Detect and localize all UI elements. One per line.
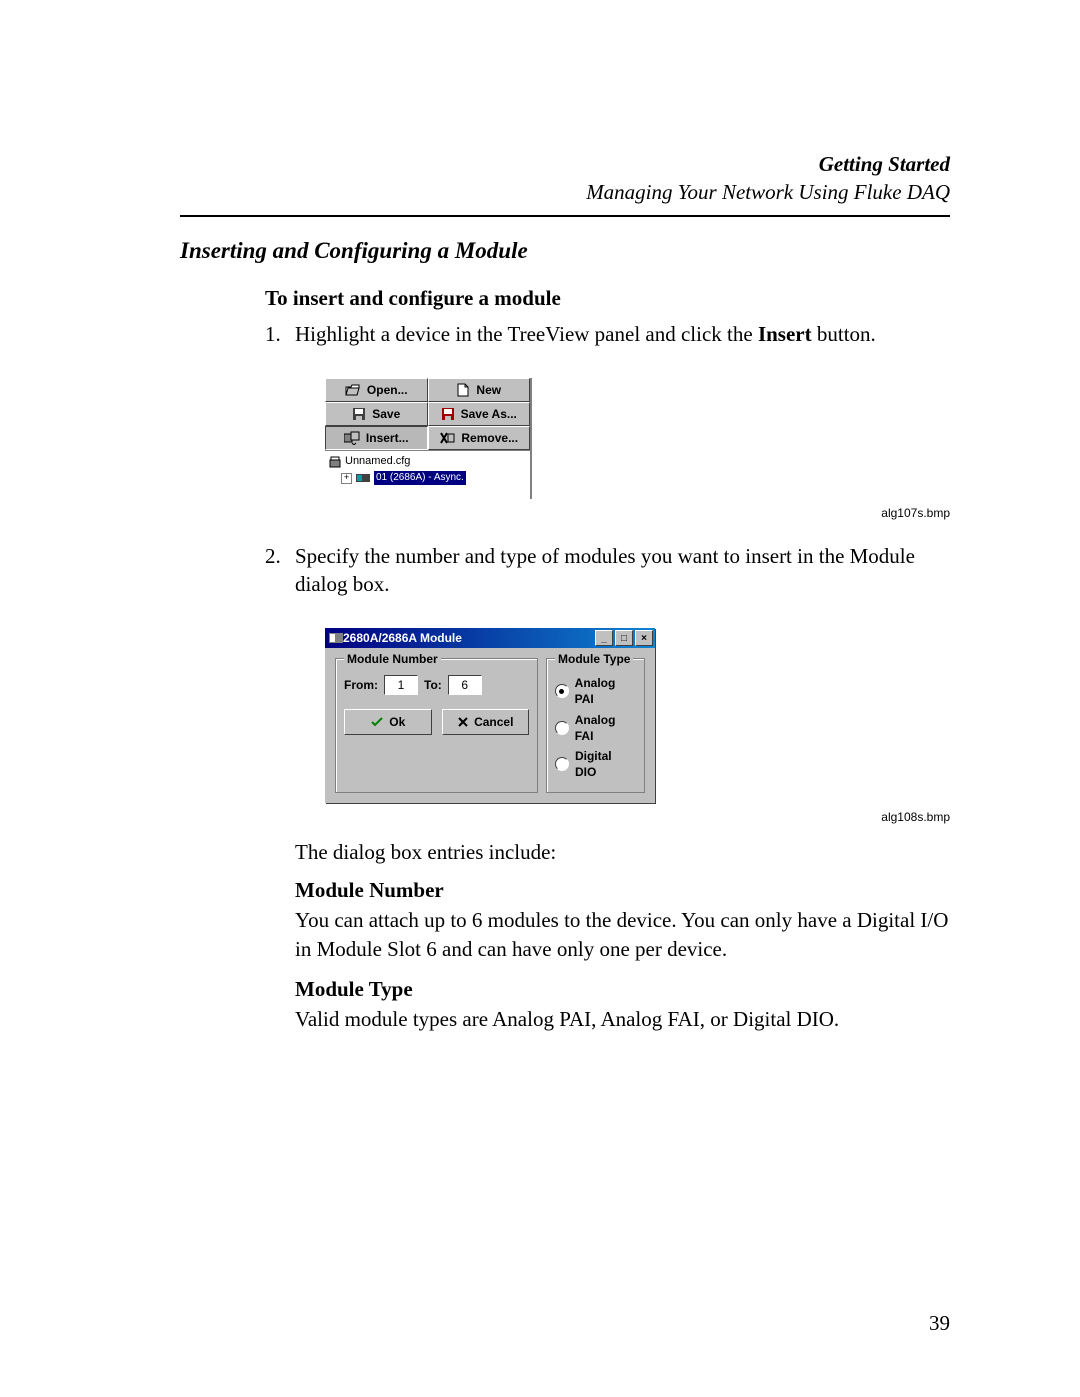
step-1: Highlight a device in the TreeView panel… — [295, 320, 950, 534]
from-label: From: — [344, 677, 378, 693]
module-number-heading: Module Number — [295, 876, 950, 904]
ok-button[interactable]: Ok — [344, 709, 432, 735]
module-number-text: You can attach up to 6 modules to the de… — [295, 906, 950, 963]
maximize-button[interactable]: □ — [615, 630, 633, 646]
radio-button-icon — [555, 757, 569, 771]
folder-open-icon — [345, 383, 361, 397]
new-button[interactable]: New — [428, 378, 531, 402]
save-label: Save — [372, 406, 400, 422]
insert-label: Insert... — [366, 430, 409, 446]
cancel-button[interactable]: Cancel — [442, 709, 530, 735]
radio-button-selected-icon — [555, 684, 569, 698]
page-header: Getting Started Managing Your Network Us… — [180, 150, 950, 207]
new-label: New — [476, 382, 501, 398]
save-as-icon — [441, 407, 455, 421]
remove-label: Remove... — [461, 430, 518, 446]
close-button[interactable]: × — [635, 630, 653, 646]
tree-selected-item[interactable]: 01 (2686A) - Async. — [374, 471, 466, 485]
page-number: 39 — [929, 1309, 950, 1337]
header-rule — [180, 215, 950, 217]
module-type-text: Valid module types are Analog PAI, Analo… — [295, 1005, 950, 1033]
config-file-icon — [329, 456, 341, 468]
open-label: Open... — [367, 382, 408, 398]
module-number-title: Module Number — [344, 651, 441, 667]
step-2-text: Specify the number and type of modules y… — [295, 544, 915, 596]
dialog-title-bar[interactable]: 2680A/2686A Module _ □ × — [325, 628, 655, 648]
page: Getting Started Managing Your Network Us… — [0, 0, 1080, 1397]
dialog-title: 2680A/2686A Module — [343, 630, 462, 646]
to-input[interactable]: 6 — [448, 675, 482, 695]
step-1-text-post: button. — [812, 322, 876, 346]
step-2: Specify the number and type of modules y… — [295, 542, 950, 1034]
cancel-label: Cancel — [474, 714, 513, 730]
entries-intro: The dialog box entries include: — [295, 838, 950, 866]
remove-button[interactable]: Remove... — [428, 426, 531, 450]
open-button[interactable]: Open... — [325, 378, 428, 402]
screenshot-module-dialog: 2680A/2686A Module _ □ × Module Number F… — [325, 628, 655, 803]
radio-pai-label: Analog PAI — [575, 675, 636, 707]
step-number: 1. — [265, 320, 295, 534]
save-icon — [352, 407, 366, 421]
check-icon — [370, 716, 384, 728]
tree-root-label: Unnamed.cfg — [345, 454, 410, 469]
module-type-heading: Module Type — [295, 975, 950, 1003]
screenshot-toolbar-tree: Open... New — [325, 378, 532, 499]
save-as-button[interactable]: Save As... — [428, 402, 531, 426]
from-input[interactable]: 1 — [384, 675, 418, 695]
screenshot-1-caption: alg107s.bmp — [295, 505, 950, 521]
device-icon — [356, 473, 370, 483]
module-number-group: Module Number From: 1 To: 6 — [335, 658, 538, 793]
ok-label: Ok — [389, 714, 405, 730]
remove-icon — [439, 431, 455, 445]
cancel-x-icon — [457, 716, 469, 728]
radio-analog-pai[interactable]: Analog PAI — [555, 675, 636, 707]
step-1-text-pre: Highlight a device in the TreeView panel… — [295, 322, 758, 346]
radio-digital-dio[interactable]: Digital DIO — [555, 748, 636, 780]
radio-button-icon — [555, 721, 569, 735]
step-number: 2. — [265, 542, 295, 1034]
new-file-icon — [456, 383, 470, 397]
save-as-label: Save As... — [461, 406, 517, 422]
app-icon — [329, 632, 343, 644]
to-label: To: — [424, 677, 442, 693]
tree-view[interactable]: Unnamed.cfg + 01 (2686A) - Async. — [325, 450, 530, 499]
save-button[interactable]: Save — [325, 402, 428, 426]
chapter-subtitle: Managing Your Network Using Fluke DAQ — [180, 178, 950, 206]
section-heading: Inserting and Configuring a Module — [180, 235, 950, 266]
tree-expand-icon[interactable]: + — [341, 473, 352, 484]
step-1-bold: Insert — [758, 322, 812, 346]
insert-module-icon — [344, 431, 360, 445]
screenshot-2-caption: alg108s.bmp — [295, 809, 950, 825]
radio-analog-fai[interactable]: Analog FAI — [555, 712, 636, 744]
minimize-button[interactable]: _ — [595, 630, 613, 646]
module-type-title: Module Type — [555, 651, 633, 667]
chapter-title: Getting Started — [180, 150, 950, 178]
radio-fai-label: Analog FAI — [575, 712, 636, 744]
radio-dio-label: Digital DIO — [575, 748, 636, 780]
insert-button[interactable]: Insert... — [325, 426, 428, 450]
sub-heading: To insert and configure a module — [265, 284, 950, 312]
module-type-group: Module Type Analog PAI Analog FAI — [546, 658, 645, 793]
